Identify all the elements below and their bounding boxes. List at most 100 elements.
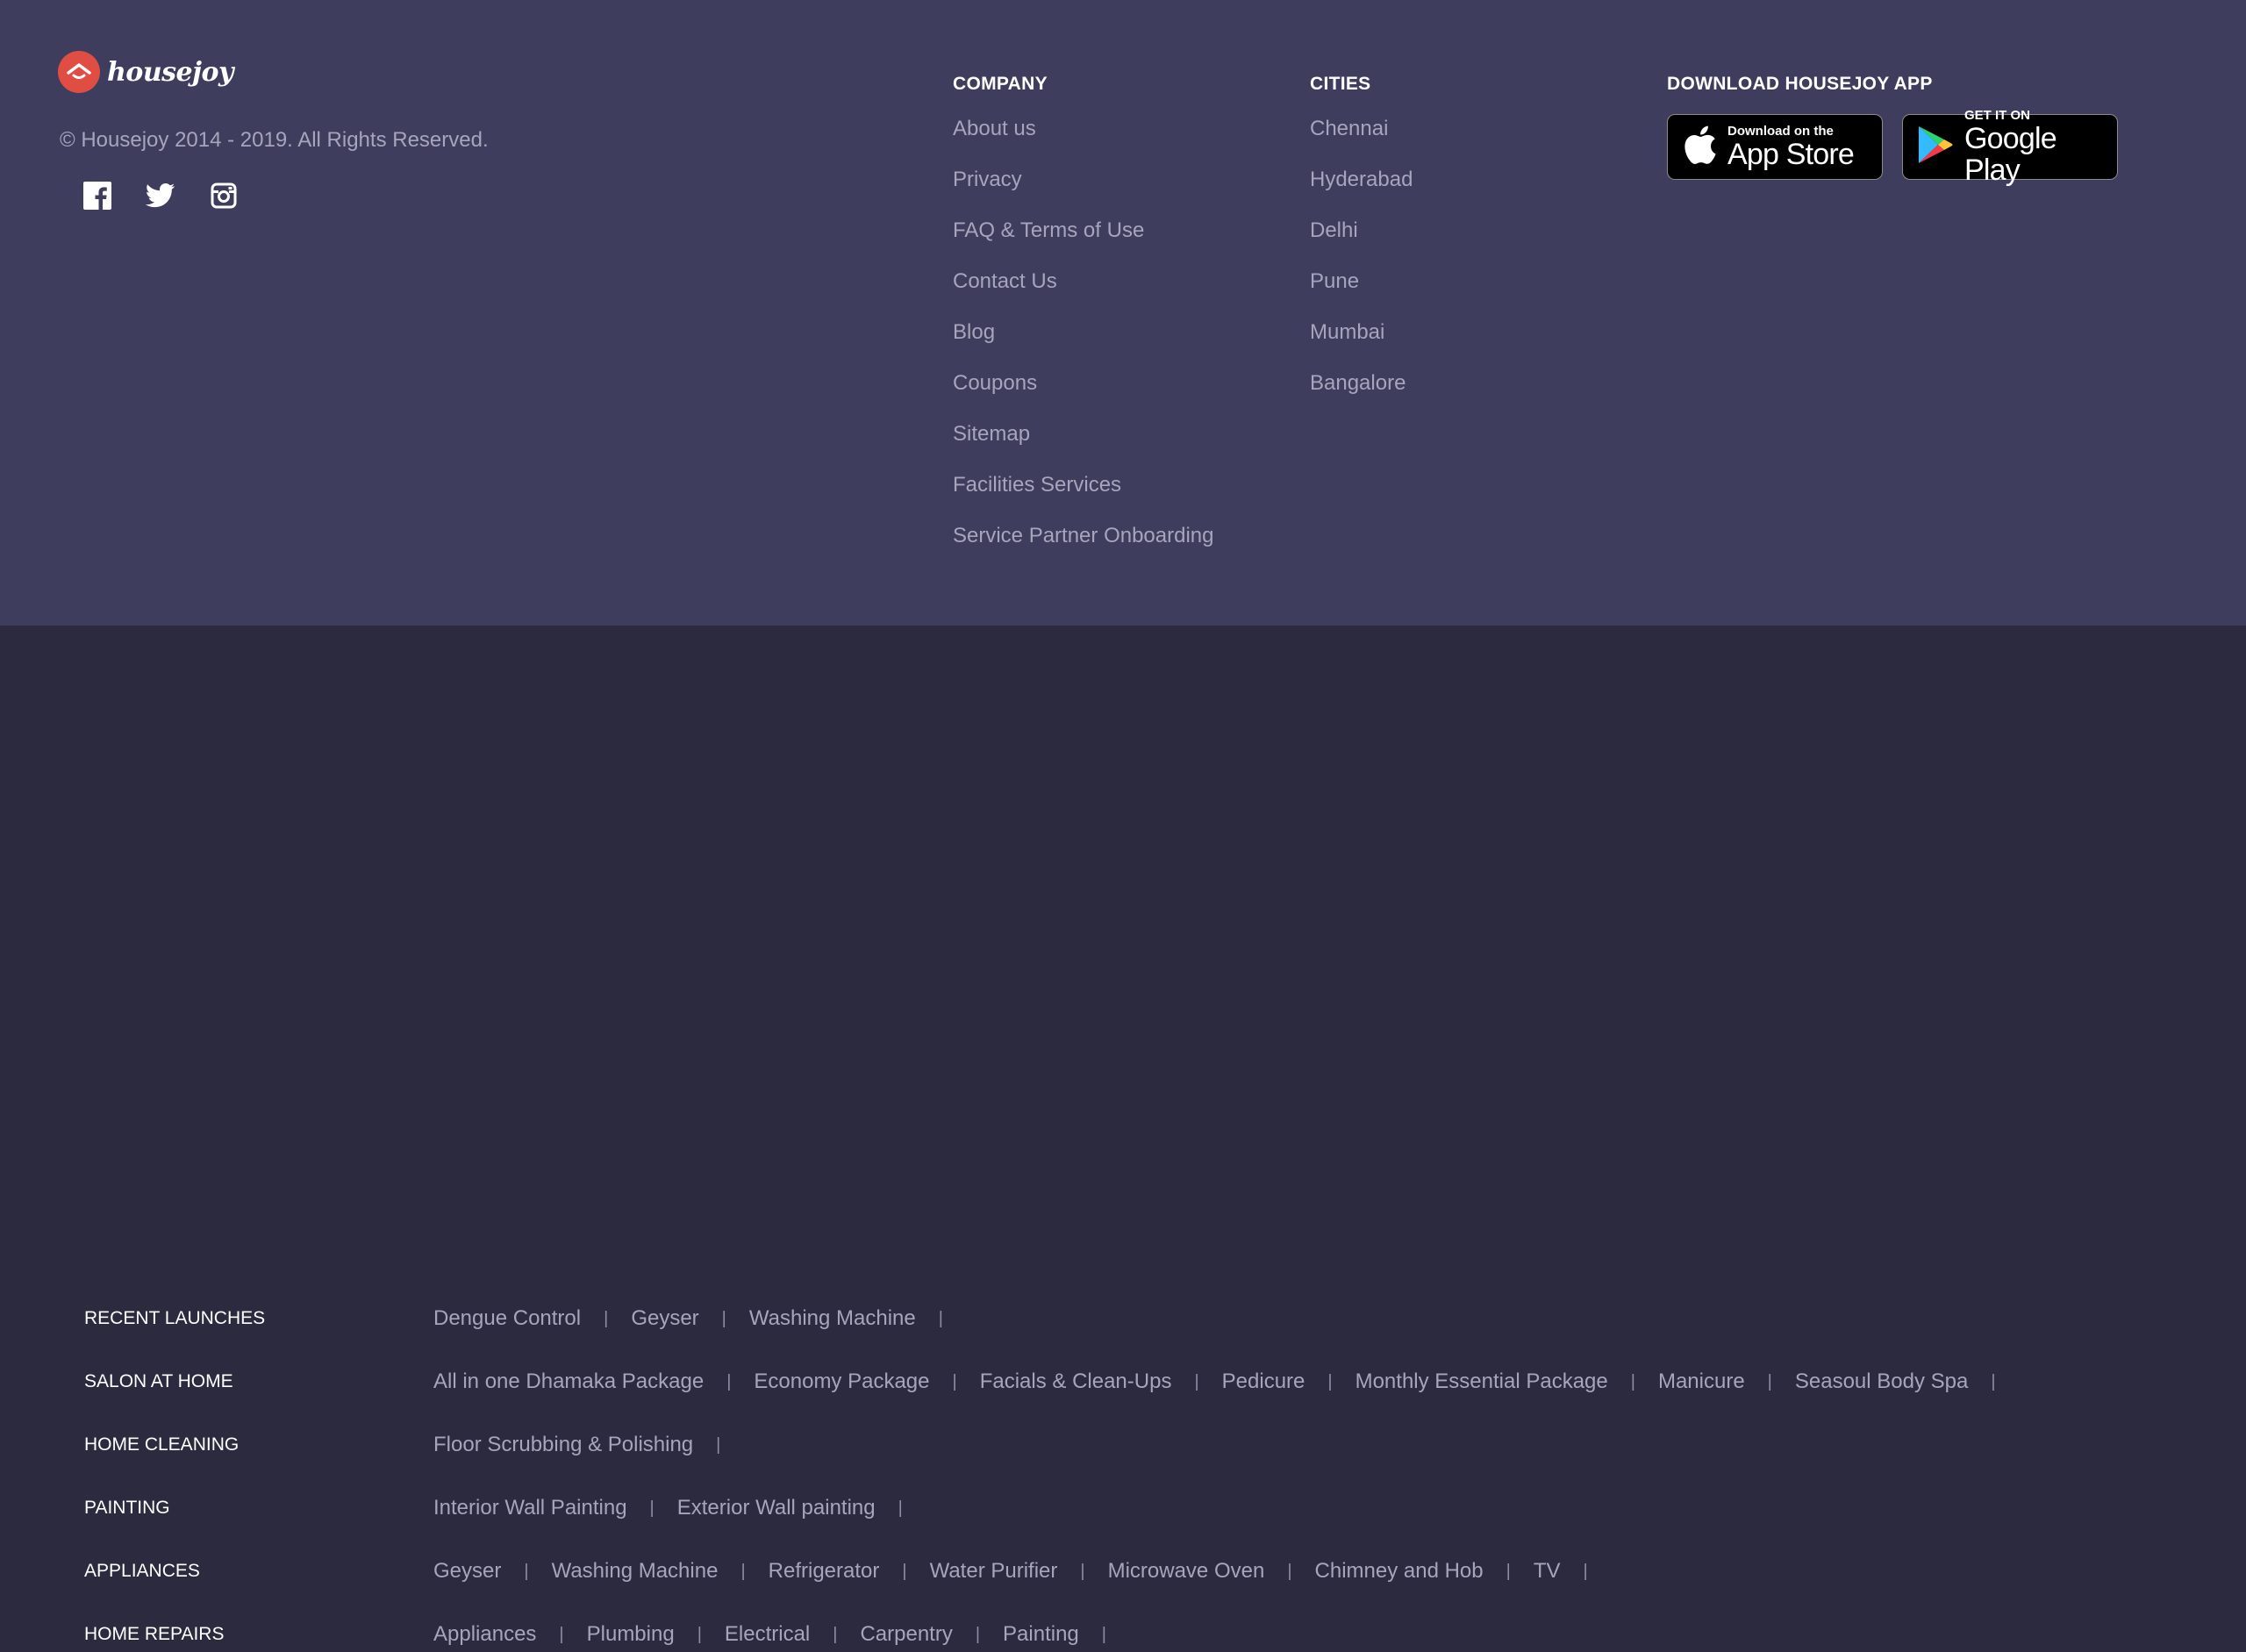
separator: | (697, 1624, 702, 1644)
separator: | (1767, 1371, 1772, 1391)
download-app-heading: DOWNLOAD HOUSEJOY APP (1667, 74, 1933, 94)
service-link[interactable]: Geyser (433, 1559, 501, 1584)
service-links: Dengue Control | Geyser | Washing Machine | (433, 1306, 966, 1331)
service-links: All in one Dhamaka Package | Economy Packa… (433, 1370, 2019, 1394)
app-store-button[interactable]: Download on the App Store (1667, 114, 1883, 180)
company-link-coupons[interactable]: Coupons (953, 370, 1214, 421)
separator: | (1194, 1371, 1199, 1391)
separator: | (740, 1561, 746, 1581)
service-category: PAINTING (84, 1498, 170, 1518)
separator: | (1630, 1371, 1635, 1391)
separator: | (833, 1624, 838, 1644)
google-play-small-text: GET IT ON (1964, 107, 2030, 123)
service-link[interactable]: Geyser (631, 1306, 698, 1331)
service-links: Interior Wall Painting | Exterior Wall pai… (433, 1496, 926, 1520)
company-heading: COMPANY (953, 74, 1048, 94)
company-link-facilities[interactable]: Facilities Services (953, 472, 1214, 523)
separator: | (1080, 1561, 1085, 1581)
service-row-recent: RECENT LAUNCHES Dengue Control | Geyser | Wa… (0, 1301, 2246, 1336)
service-link[interactable]: Floor Scrubbing & Polishing (433, 1433, 693, 1457)
service-row-cleaning: HOME CLEANING Floor Scrubbing & Polishin… (0, 1427, 2246, 1462)
service-link[interactable]: Washing Machine (552, 1559, 719, 1584)
company-link-faq[interactable]: FAQ & Terms of Use (953, 218, 1214, 268)
city-link-chennai[interactable]: Chennai (1310, 116, 1413, 167)
separator: | (559, 1624, 564, 1644)
social-links (82, 181, 239, 211)
separator: | (726, 1371, 732, 1391)
city-link-pune[interactable]: Pune (1310, 268, 1413, 319)
service-link[interactable]: Facials & Clean-Ups (980, 1370, 1172, 1394)
service-category: APPLIANCES (84, 1561, 200, 1581)
service-link[interactable]: Water Purifier (930, 1559, 1058, 1584)
service-links: Floor Scrubbing & Polishing | (433, 1433, 743, 1457)
google-play-button[interactable]: GET IT ON Google Play (1902, 108, 2118, 186)
service-link[interactable]: TV (1534, 1559, 1561, 1584)
service-link[interactable]: Chimney and Hob (1315, 1559, 1484, 1584)
facebook-icon[interactable] (82, 181, 112, 211)
company-link-blog[interactable]: Blog (953, 319, 1214, 370)
service-link[interactable]: All in one Dhamaka Package (433, 1370, 704, 1394)
housejoy-logo[interactable]: housejoy (58, 51, 233, 93)
service-category: SALON AT HOME (84, 1371, 233, 1391)
city-link-mumbai[interactable]: Mumbai (1310, 319, 1413, 370)
separator: | (938, 1308, 943, 1328)
service-link[interactable]: Microwave Oven (1108, 1559, 1265, 1584)
separator: | (1101, 1624, 1106, 1644)
service-category: HOME REPAIRS (84, 1624, 225, 1644)
app-store-big-text: App Store (1727, 137, 1855, 171)
service-link[interactable]: Appliances (433, 1622, 536, 1647)
service-link[interactable]: Monthly Essential Package (1355, 1370, 1608, 1394)
separator: | (721, 1308, 726, 1328)
city-link-bangalore[interactable]: Bangalore (1310, 370, 1413, 421)
app-store-small-text: Download on the (1727, 123, 1834, 139)
separator: | (604, 1308, 609, 1328)
company-links: About us Privacy FAQ & Terms of Use Cont… (953, 116, 1214, 574)
download-app-column: DOWNLOAD HOUSEJOY APP Download on the Ap… (1667, 72, 2118, 186)
service-link[interactable]: Seasoul Body Spa (1795, 1370, 1968, 1394)
services-footer: RECENT LAUNCHES Dengue Control | Geyser | Wa… (0, 626, 2246, 1646)
company-link-privacy[interactable]: Privacy (953, 167, 1214, 218)
footer-top: housejoy © Housejoy 2014 - 2019. All Rig… (0, 0, 2246, 626)
separator: | (898, 1498, 903, 1518)
city-link-hyderabad[interactable]: Hyderabad (1310, 167, 1413, 218)
app-badges: Download on the App Store GET IT ON Goog… (1667, 108, 2118, 186)
service-category: RECENT LAUNCHES (84, 1308, 266, 1328)
separator: | (1583, 1561, 1588, 1581)
separator: | (1506, 1561, 1511, 1581)
company-link-contact[interactable]: Contact Us (953, 268, 1214, 319)
company-link-partner[interactable]: Service Partner Onboarding (953, 523, 1214, 574)
service-link[interactable]: Painting (1003, 1622, 1079, 1647)
separator: | (952, 1371, 957, 1391)
company-link-sitemap[interactable]: Sitemap (953, 421, 1214, 472)
separator: | (1327, 1371, 1333, 1391)
service-link[interactable]: Manicure (1658, 1370, 1745, 1394)
service-link[interactable]: Washing Machine (749, 1306, 916, 1331)
cities-heading: CITIES (1310, 74, 1371, 94)
service-row-salon: SALON AT HOME All in one Dhamaka Package… (0, 1364, 2246, 1399)
service-links: Appliances | Plumbing | Electrical | Carpentry… (433, 1622, 1129, 1647)
service-link[interactable]: Carpentry (860, 1622, 952, 1647)
service-link[interactable]: Interior Wall Painting (433, 1496, 627, 1520)
apple-icon (1682, 124, 1717, 170)
separator: | (716, 1434, 721, 1455)
service-link[interactable]: Plumbing (587, 1622, 675, 1647)
service-link[interactable]: Refrigerator (769, 1559, 880, 1584)
separator: | (649, 1498, 654, 1518)
service-link[interactable]: Exterior Wall painting (677, 1496, 876, 1520)
service-links: Geyser | Washing Machine | Refrigerator | Wate… (433, 1559, 1611, 1584)
separator: | (975, 1624, 981, 1644)
service-link[interactable]: Dengue Control (433, 1306, 581, 1331)
city-link-delhi[interactable]: Delhi (1310, 218, 1413, 268)
twitter-icon[interactable] (146, 181, 175, 211)
company-link-about[interactable]: About us (953, 116, 1214, 167)
service-link[interactable]: Economy Package (754, 1370, 929, 1394)
logo-house-icon (58, 51, 100, 93)
service-row-repairs: HOME REPAIRS Appliances | Plumbing | Electri… (0, 1617, 2246, 1652)
city-links: Chennai Hyderabad Delhi Pune Mumbai Bang… (1310, 116, 1413, 421)
service-link[interactable]: Pedicure (1222, 1370, 1305, 1394)
separator: | (524, 1561, 529, 1581)
google-play-icon (1917, 125, 1954, 169)
logo-text: housejoy (107, 56, 233, 88)
service-link[interactable]: Electrical (725, 1622, 810, 1647)
instagram-icon[interactable] (209, 181, 239, 211)
